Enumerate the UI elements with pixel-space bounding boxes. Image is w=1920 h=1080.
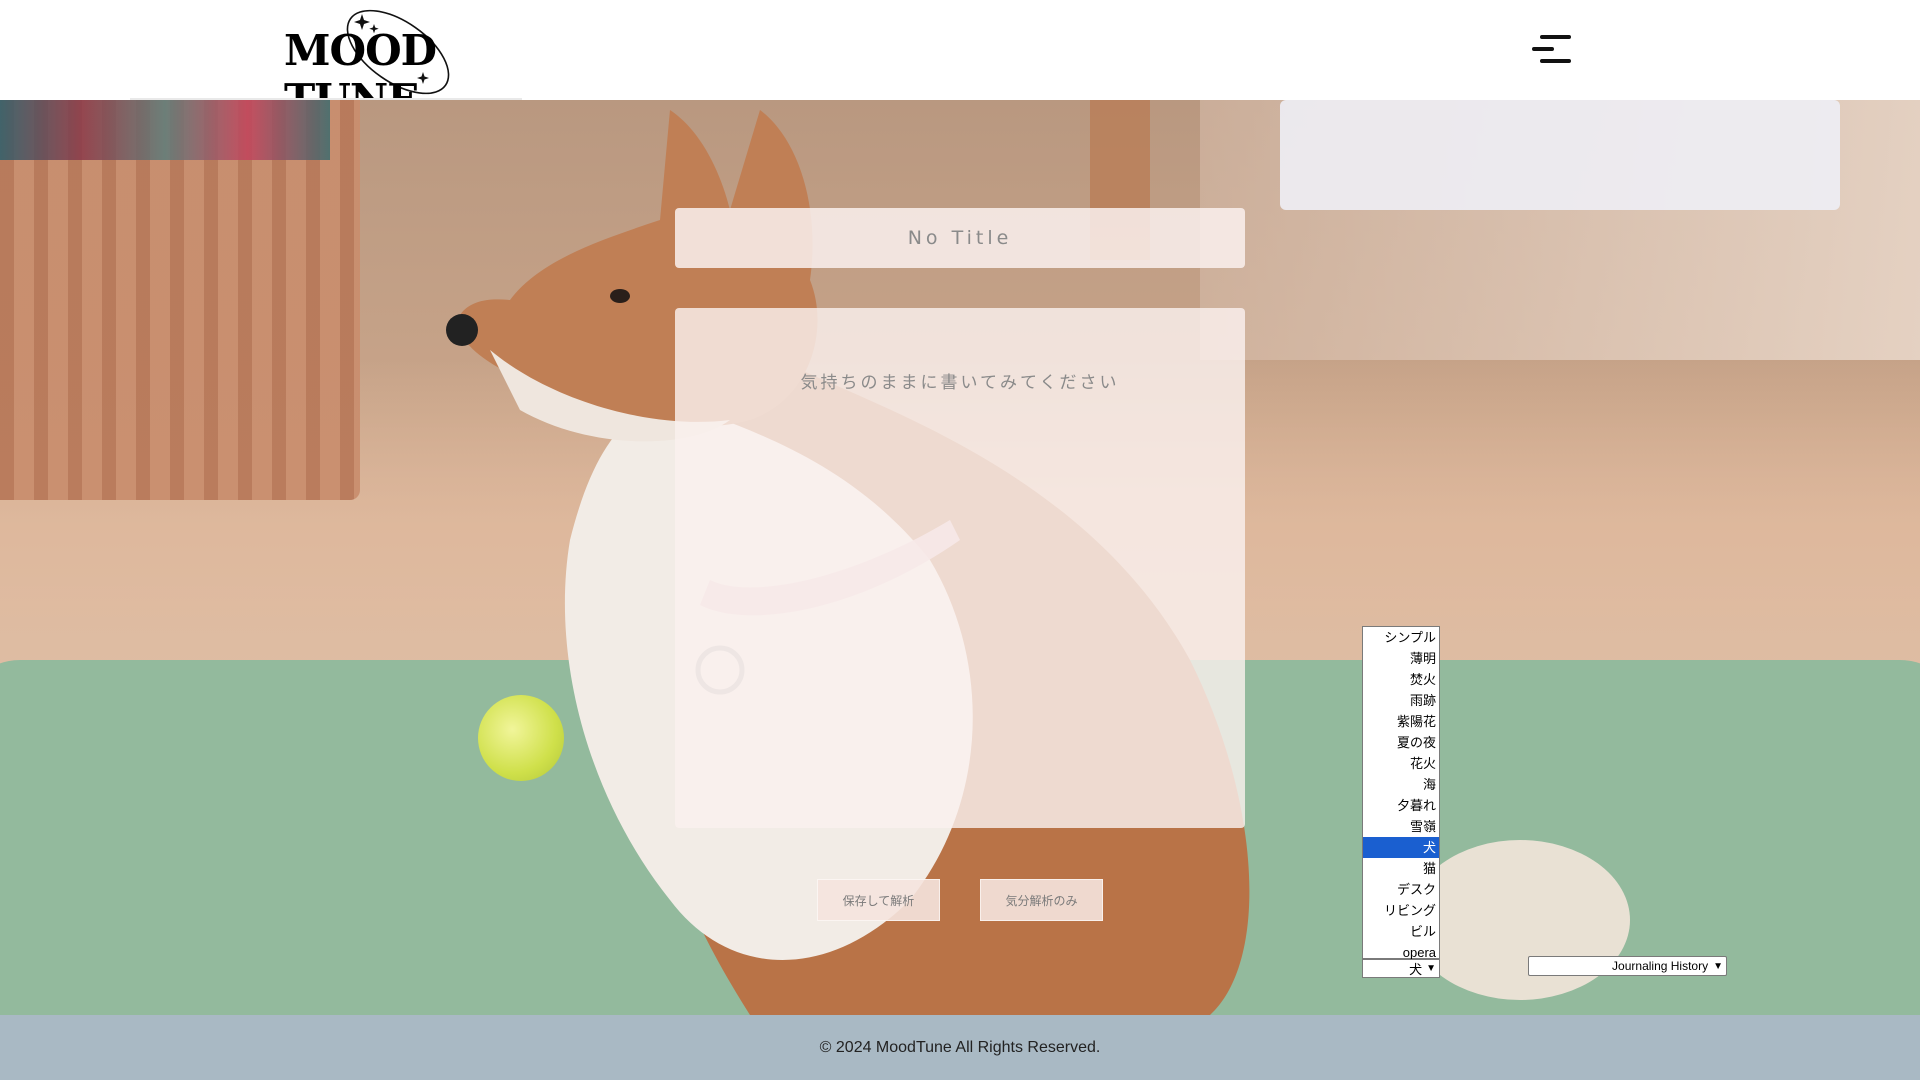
theme-option[interactable]: 海 xyxy=(1363,774,1439,795)
body-placeholder: 気持ちのままに書いてみてください xyxy=(800,373,1120,393)
title-input[interactable]: No Title xyxy=(675,208,1245,268)
journaling-history-select[interactable]: Journaling History ▼ xyxy=(1528,956,1727,976)
site-footer: © 2024 MoodTune All Rights Reserved. xyxy=(0,1015,1920,1080)
theme-option[interactable]: 薄明 xyxy=(1363,648,1439,669)
theme-option-selected[interactable]: 犬 xyxy=(1363,837,1439,858)
analyze-only-button[interactable]: 気分解析のみ xyxy=(980,879,1103,921)
site-header: MOOD TUNE xyxy=(0,0,1920,124)
theme-option[interactable]: 花火 xyxy=(1363,753,1439,774)
theme-option[interactable]: 夏の夜 xyxy=(1363,732,1439,753)
journal-body-textarea[interactable]: 気持ちのままに書いてみてください xyxy=(675,308,1245,828)
hamburger-menu-icon[interactable] xyxy=(1532,32,1578,66)
theme-select-value: 犬 xyxy=(1409,962,1423,977)
chevron-down-icon: ▼ xyxy=(1713,960,1723,972)
history-select-value: Journaling History xyxy=(1612,959,1709,973)
title-placeholder: No Title xyxy=(907,227,1013,249)
theme-option[interactable]: 紫陽花 xyxy=(1363,711,1439,732)
save-and-analyze-button[interactable]: 保存して解析 xyxy=(817,879,940,921)
chevron-down-icon: ▼ xyxy=(1426,963,1436,974)
theme-option[interactable]: シンプル xyxy=(1363,627,1439,648)
theme-option[interactable]: デスク xyxy=(1363,879,1439,900)
theme-option[interactable]: リビング xyxy=(1363,900,1439,921)
theme-select[interactable]: 犬 ▼ xyxy=(1362,959,1440,978)
theme-option[interactable]: 雨跡 xyxy=(1363,690,1439,711)
theme-options-list[interactable]: シンプル 薄明 焚火 雨跡 紫陽花 夏の夜 花火 海 夕暮れ 雪嶺 犬 猫 デス… xyxy=(1362,626,1440,960)
theme-option[interactable]: ビル xyxy=(1363,921,1439,942)
theme-option[interactable]: 夕暮れ xyxy=(1363,795,1439,816)
theme-option[interactable]: 焚火 xyxy=(1363,669,1439,690)
theme-option[interactable]: 猫 xyxy=(1363,858,1439,879)
logo[interactable]: MOOD TUNE xyxy=(278,0,508,124)
copyright-text: © 2024 MoodTune All Rights Reserved. xyxy=(819,1038,1101,1056)
theme-option[interactable]: 雪嶺 xyxy=(1363,816,1439,837)
